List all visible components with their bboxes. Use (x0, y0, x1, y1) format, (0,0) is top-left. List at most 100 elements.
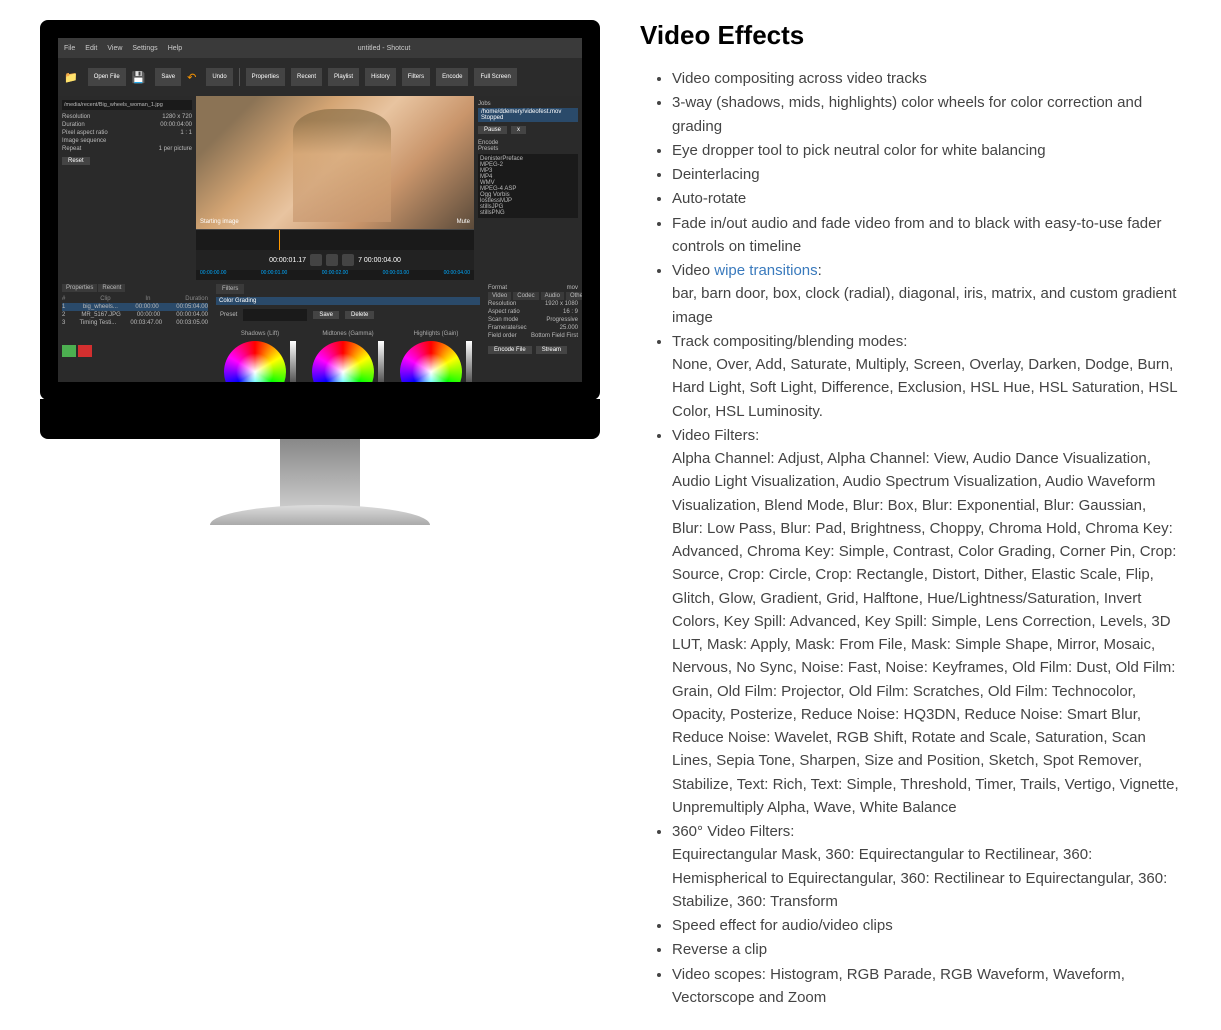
undo-icon[interactable]: ↶ (187, 71, 196, 84)
table-row[interactable]: 3Timing Testi...00:03:47.0000:03:05.00 (62, 319, 208, 327)
list-item: Deinterlacing (672, 163, 1181, 186)
undo-button[interactable]: Undo (206, 68, 232, 86)
list-item: Fade in/out audio and fade video from an… (672, 212, 1181, 259)
add-clip-button[interactable] (62, 345, 76, 357)
close-job-button[interactable]: x (511, 126, 526, 134)
wheel-shadows-label: Shadows (Lift) (241, 331, 279, 337)
list-item: Reverse a clip (672, 938, 1181, 961)
aspect2-label: Aspect ratio (488, 309, 520, 315)
open-button[interactable]: Open File (88, 68, 126, 86)
remove-clip-button[interactable] (78, 345, 92, 357)
list-item: 3-way (shadows, mids, highlights) color … (672, 91, 1181, 138)
window-title: untitled - Shotcut (358, 45, 411, 52)
properties-button[interactable]: Properties (246, 68, 285, 86)
recent-button[interactable]: Recent (291, 68, 322, 86)
format-label: Format (488, 285, 507, 291)
aspect-value[interactable]: 1 : 1 (180, 130, 192, 136)
skip-fwd-icon[interactable] (342, 254, 354, 266)
table-row[interactable]: 2MR_5167.JPG00:00:0000:00:04.00 (62, 311, 208, 319)
filters-button[interactable]: Filters (402, 68, 430, 86)
preview-image[interactable]: Starting image Mute (196, 96, 474, 229)
shadows-wheel[interactable] (224, 341, 286, 400)
field-value[interactable]: Bottom Field First (531, 333, 578, 339)
mids-slider[interactable] (378, 341, 384, 400)
mute-button[interactable]: Mute (457, 219, 470, 225)
menu-view[interactable]: View (107, 45, 122, 52)
preview-pane: Starting image Mute 00:00:01.17 7 00:00:… (196, 96, 474, 280)
reset-button[interactable]: Reset (62, 157, 90, 165)
tab-audio[interactable]: Audio (541, 292, 564, 300)
menu-edit[interactable]: Edit (85, 45, 97, 52)
encode-form: Formatmov Video Codec Audio Other Resolu… (484, 280, 582, 395)
ruler-mark: 00:00:02.00 (322, 270, 348, 280)
duration-label: Duration (62, 122, 85, 128)
file-path: /media/recent/Big_wheels_woman_1.jpg (62, 100, 192, 110)
ruler-mark: 00:00:03.00 (383, 270, 409, 280)
wheel-mids-label: Midtones (Gamma) (322, 331, 373, 337)
encode-file-button[interactable]: Encode File (488, 346, 532, 354)
preview-timeline[interactable] (196, 229, 474, 250)
duration-value[interactable]: 00:00:04:00 (160, 122, 192, 128)
ruler-mark: 00:00:04.00 (444, 270, 470, 280)
feature-list: Video compositing across video tracks3-w… (640, 67, 1181, 1009)
highs-wheel[interactable] (400, 341, 462, 400)
menu-file[interactable]: File (64, 45, 75, 52)
col-num: # (62, 296, 65, 302)
stream-button[interactable]: Stream (536, 346, 567, 354)
pause-button[interactable]: Pause (478, 126, 507, 134)
article-heading: Video Effects (640, 20, 1181, 51)
list-item: Video wipe transitions:bar, barn door, b… (672, 259, 1181, 329)
repeat-label: Repeat (62, 146, 81, 152)
menu-help[interactable]: Help (168, 45, 182, 52)
tab-other[interactable]: Other (566, 292, 589, 300)
aspect-label: Pixel aspect ratio (62, 130, 108, 136)
tab-recent[interactable]: Recent (98, 284, 125, 292)
repeat-value[interactable]: 1 per picture (159, 146, 192, 152)
folder-icon[interactable]: 📁 (64, 71, 78, 84)
save-icon[interactable]: 💾 (132, 71, 146, 84)
highs-slider[interactable] (466, 341, 472, 400)
time-ruler: 00:00:00.00 00:00:01.00 00:00:02.00 00:0… (196, 270, 474, 280)
filters-panel: Filters Color Grading Preset Save Delete… (212, 280, 484, 395)
save-button[interactable]: Save (155, 68, 181, 86)
scan-value[interactable]: Progressive (546, 317, 578, 323)
preset-item[interactable]: stillsPNG (480, 210, 576, 216)
app-toolbar: 📁 Open File 💾 Save ↶ Undo Properties Rec… (58, 58, 582, 96)
tab-video[interactable]: Video (488, 292, 511, 300)
menu-settings[interactable]: Settings (132, 45, 157, 52)
table-row[interactable]: 1big_wheels...00:00:0000:05:04.00 (62, 303, 208, 311)
col-clip: Clip (100, 296, 110, 302)
presets-list[interactable]: DenisterPreface MPEG-2 MP3 MP4 WMV MPEG-… (478, 154, 578, 218)
filters-header[interactable]: Filters (216, 284, 244, 294)
ruler-mark: 00:00:01.00 (261, 270, 287, 280)
fps-value[interactable]: 25.000 (560, 325, 578, 331)
encode-button[interactable]: Encode (436, 68, 468, 86)
tab-codec[interactable]: Codec (513, 292, 538, 300)
playlist-panel: PropertiesRecent # Clip In Duration 1big… (58, 280, 212, 395)
scan-label: Scan mode (488, 317, 518, 323)
ruler-mark: 00:00:00.00 (200, 270, 226, 280)
mids-wheel[interactable] (312, 341, 374, 400)
res-label: Resolution (488, 301, 516, 307)
resolution-value[interactable]: 1280 x 720 (162, 114, 192, 120)
seq-label: Image sequence (62, 138, 106, 144)
wipe-transitions-link[interactable]: wipe transitions (714, 262, 817, 279)
format-value[interactable]: mov (567, 285, 578, 291)
filter-name[interactable]: Color Grading (219, 298, 256, 304)
play-icon[interactable] (326, 254, 338, 266)
save-preset-button[interactable]: Save (313, 311, 339, 319)
tc-end: 7 00:00:04.00 (358, 257, 401, 264)
playlist-button[interactable]: Playlist (328, 68, 359, 86)
play-controls: 00:00:01.17 7 00:00:04.00 (196, 250, 474, 270)
fullscreen-button[interactable]: Full Screen (474, 68, 516, 86)
playhead[interactable] (279, 230, 280, 250)
shadows-slider[interactable] (290, 341, 296, 400)
skip-back-icon[interactable] (310, 254, 322, 266)
history-button[interactable]: History (365, 68, 396, 86)
aspect2-value[interactable]: 16 : 9 (563, 309, 578, 315)
list-item: Auto-rotate (672, 187, 1181, 210)
tab-properties[interactable]: Properties (62, 284, 97, 292)
delete-preset-button[interactable]: Delete (345, 311, 374, 319)
preset-input[interactable] (243, 309, 307, 321)
res-value[interactable]: 1920 x 1080 (545, 301, 578, 307)
